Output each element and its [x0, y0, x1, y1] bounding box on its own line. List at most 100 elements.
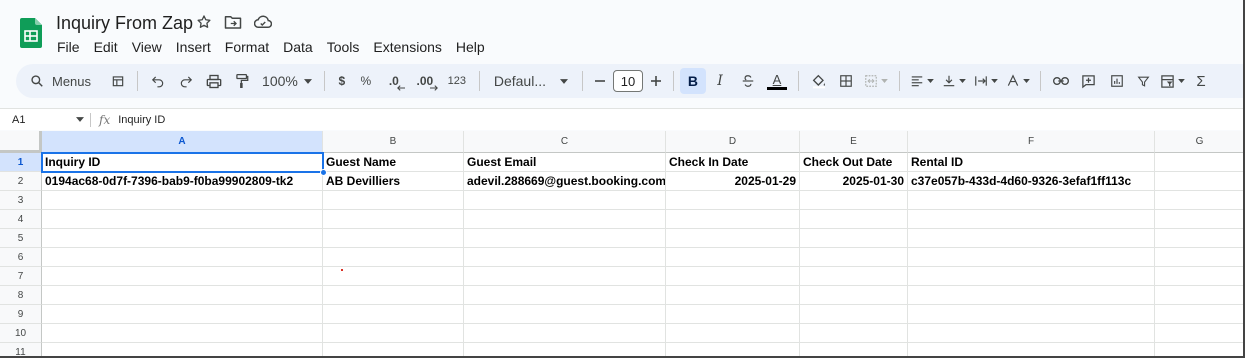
- filter-views-icon[interactable]: [1157, 68, 1189, 94]
- empty-cell[interactable]: [666, 305, 800, 324]
- text-wrapping-icon[interactable]: [970, 68, 1002, 94]
- bold-button[interactable]: B: [679, 68, 706, 94]
- name-box[interactable]: A1: [0, 114, 90, 126]
- cell-f1[interactable]: Rental ID: [908, 153, 1155, 172]
- empty-cell[interactable]: [666, 324, 800, 343]
- search-menus-button[interactable]: Menus: [16, 68, 105, 94]
- empty-cell[interactable]: [464, 248, 666, 267]
- empty-cell[interactable]: [1155, 324, 1243, 343]
- row-header-9[interactable]: 9: [0, 305, 42, 324]
- row-header-11[interactable]: 11: [0, 343, 42, 356]
- column-header-f[interactable]: F: [908, 131, 1155, 153]
- empty-cell[interactable]: [42, 267, 323, 286]
- number-format-button[interactable]: 123: [441, 68, 473, 94]
- empty-cell[interactable]: [42, 324, 323, 343]
- menu-data[interactable]: Data: [276, 38, 320, 56]
- empty-cell[interactable]: [908, 229, 1155, 248]
- empty-cell[interactable]: [323, 305, 464, 324]
- cell-d2[interactable]: 2025-01-29: [666, 172, 800, 191]
- insert-chart-icon[interactable]: [1103, 68, 1131, 94]
- empty-cell[interactable]: [42, 248, 323, 267]
- menu-tools[interactable]: Tools: [320, 38, 367, 56]
- empty-cell[interactable]: [323, 248, 464, 267]
- empty-cell[interactable]: [1155, 210, 1243, 229]
- empty-cell[interactable]: [800, 286, 908, 305]
- cell-b2[interactable]: AB Devilliers: [323, 172, 464, 191]
- empty-cell[interactable]: [464, 324, 666, 343]
- vertical-align-icon[interactable]: [938, 68, 970, 94]
- decrease-decimal-button[interactable]: .0: [379, 68, 409, 94]
- empty-cell[interactable]: [42, 305, 323, 324]
- row-header-7[interactable]: 7: [0, 267, 42, 286]
- cell-g2[interactable]: [1155, 172, 1243, 191]
- cell-c1[interactable]: Guest Email: [464, 153, 666, 172]
- empty-cell[interactable]: [1155, 191, 1243, 210]
- cell-b1[interactable]: Guest Name: [323, 153, 464, 172]
- row-header-10[interactable]: 10: [0, 324, 42, 343]
- menu-edit[interactable]: Edit: [87, 38, 125, 56]
- filter-icon[interactable]: [1131, 68, 1157, 94]
- document-title[interactable]: Inquiry From Zap: [56, 13, 193, 34]
- empty-cell[interactable]: [908, 305, 1155, 324]
- empty-cell[interactable]: [908, 210, 1155, 229]
- currency-format-button[interactable]: $: [331, 68, 353, 94]
- empty-cell[interactable]: [800, 267, 908, 286]
- fill-handle[interactable]: [320, 169, 327, 176]
- empty-cell[interactable]: [323, 324, 464, 343]
- empty-cell[interactable]: [908, 191, 1155, 210]
- empty-cell[interactable]: [800, 305, 908, 324]
- empty-cell[interactable]: [908, 343, 1155, 356]
- formula-input[interactable]: Inquiry ID: [118, 114, 165, 126]
- empty-cell[interactable]: [908, 286, 1155, 305]
- increase-decimal-button[interactable]: .00: [409, 68, 441, 94]
- column-header-a[interactable]: A: [42, 131, 323, 153]
- empty-cell[interactable]: [464, 343, 666, 356]
- empty-cell[interactable]: [464, 286, 666, 305]
- empty-cell[interactable]: [666, 229, 800, 248]
- empty-cell[interactable]: [666, 191, 800, 210]
- empty-cell[interactable]: [464, 210, 666, 229]
- font-size-field[interactable]: 10: [611, 68, 645, 94]
- cell-a2[interactable]: 0194ac68-0d7f-7396-bab9-f0ba99902809-tk2: [42, 172, 323, 191]
- column-header-g[interactable]: G: [1155, 131, 1243, 153]
- templates-icon[interactable]: [105, 68, 131, 94]
- empty-cell[interactable]: [800, 324, 908, 343]
- decrease-font-size-button[interactable]: [589, 68, 611, 94]
- empty-cell[interactable]: [323, 229, 464, 248]
- borders-icon[interactable]: [833, 68, 859, 94]
- menu-view[interactable]: View: [125, 38, 169, 56]
- empty-cell[interactable]: [666, 248, 800, 267]
- empty-cell[interactable]: [42, 229, 323, 248]
- empty-cell[interactable]: [464, 191, 666, 210]
- row-header-3[interactable]: 3: [0, 191, 42, 210]
- row-header-5[interactable]: 5: [0, 229, 42, 248]
- insert-link-icon[interactable]: [1047, 68, 1075, 94]
- column-header-d[interactable]: D: [666, 131, 800, 153]
- text-color-button[interactable]: A: [762, 68, 792, 94]
- star-icon[interactable]: [196, 14, 212, 30]
- menu-extensions[interactable]: Extensions: [366, 38, 448, 56]
- italic-button[interactable]: I: [706, 68, 734, 94]
- empty-cell[interactable]: [323, 210, 464, 229]
- empty-cell[interactable]: [800, 248, 908, 267]
- functions-button[interactable]: Σ: [1189, 68, 1213, 94]
- merge-cells-icon[interactable]: [859, 68, 893, 94]
- increase-font-size-button[interactable]: [645, 68, 667, 94]
- empty-cell[interactable]: [464, 229, 666, 248]
- empty-cell[interactable]: [908, 248, 1155, 267]
- cell-c2[interactable]: adevil.288669@guest.booking.com: [464, 172, 666, 191]
- insert-comment-icon[interactable]: [1075, 68, 1103, 94]
- row-header-4[interactable]: 4: [0, 210, 42, 229]
- empty-cell[interactable]: [42, 210, 323, 229]
- select-all-corner[interactable]: [0, 131, 42, 153]
- empty-cell[interactable]: [464, 305, 666, 324]
- empty-cell[interactable]: [464, 267, 666, 286]
- cell-f2[interactable]: c37e057b-433d-4d60-9326-3efaf1ff113c: [908, 172, 1155, 191]
- empty-cell[interactable]: [800, 343, 908, 356]
- empty-cell[interactable]: [1155, 229, 1243, 248]
- print-icon[interactable]: [200, 68, 228, 94]
- cell-d1[interactable]: Check In Date: [666, 153, 800, 172]
- menu-help[interactable]: Help: [449, 38, 492, 56]
- font-family-select[interactable]: Defaul...: [486, 68, 576, 94]
- sheets-logo-icon[interactable]: [20, 18, 42, 48]
